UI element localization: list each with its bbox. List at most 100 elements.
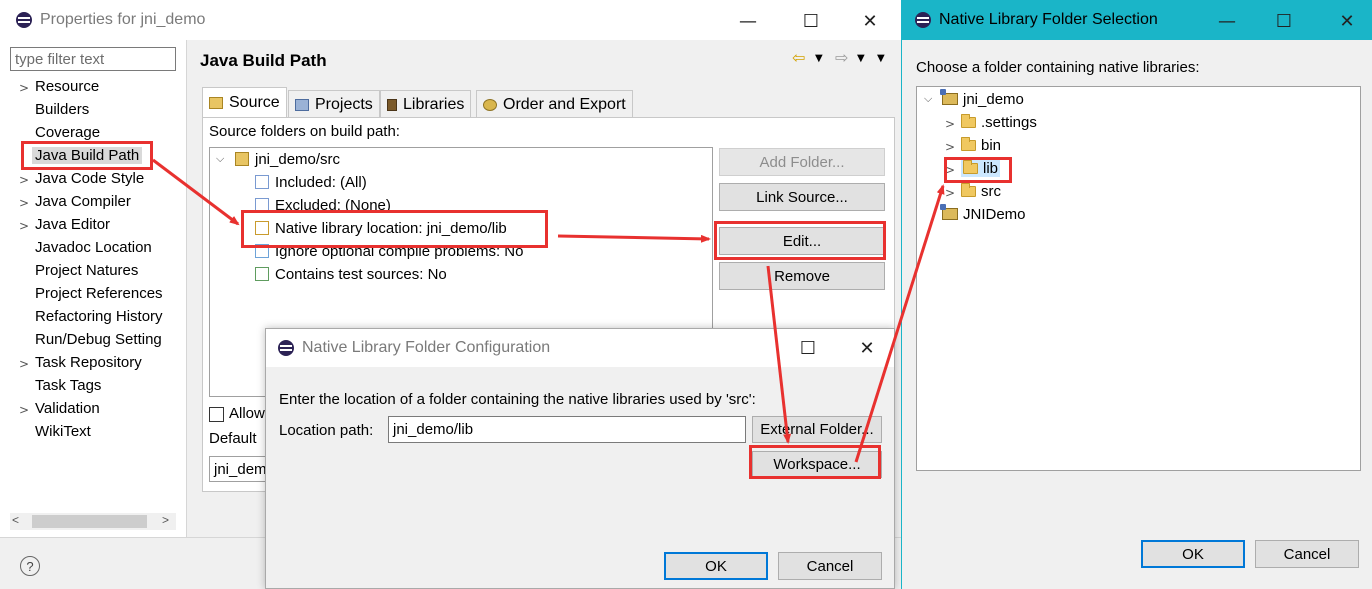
config-ok-button[interactable]: OK	[664, 552, 768, 580]
link-source-button[interactable]: Link Source...	[719, 183, 885, 211]
tree-node[interactable]: Included: (All)	[255, 174, 367, 191]
expand-chevron-icon[interactable]: >	[945, 186, 955, 200]
filter-input[interactable]: type filter text	[10, 47, 176, 71]
tree-collapse-icon[interactable]: ⌵	[924, 92, 932, 106]
selection-ok-button[interactable]: OK	[1141, 540, 1245, 568]
external-folder-label: External Folder...	[760, 421, 874, 438]
folder-node-settings[interactable]: .settings	[961, 113, 1037, 131]
tree-collapse-icon[interactable]: ⌵	[216, 152, 224, 166]
expand-chevron-icon[interactable]: >	[945, 163, 955, 177]
tree-node[interactable]: Ignore optional compile problems: No	[255, 243, 523, 260]
tab-libraries[interactable]: Libraries	[380, 90, 472, 118]
tab-order-export[interactable]: Order and Export	[476, 90, 633, 118]
expand-chevron-icon[interactable]: >	[19, 196, 29, 210]
view-menu-icon[interactable]: ▼	[877, 53, 885, 64]
link-source-label: Link Source...	[756, 188, 848, 206]
tree-root[interactable]: jni_demo/src	[235, 151, 340, 168]
selection-tree-root[interactable]: jni_demo	[940, 89, 1024, 108]
tree-node-icon	[255, 244, 269, 259]
nav-item-validation[interactable]: Validation	[35, 400, 100, 417]
tab-source[interactable]: Source	[202, 87, 287, 118]
properties-title: Properties for jni_demo	[40, 11, 206, 28]
source-folders-label: Source folders on build path:	[209, 123, 400, 140]
nav-item-javadoc-location[interactable]: Javadoc Location	[35, 239, 152, 256]
nav-item-run-debug-setting[interactable]: Run/Debug Setting	[35, 331, 162, 348]
expand-chevron-icon[interactable]: >	[19, 173, 29, 187]
folder-node-lib[interactable]: lib	[961, 159, 1001, 177]
remove-button[interactable]: Remove	[719, 262, 885, 290]
other-project-node[interactable]: JNIDemo	[940, 204, 1026, 223]
folder-icon	[961, 182, 976, 197]
remove-label: Remove	[774, 267, 830, 285]
nav-item-task-tags[interactable]: Task Tags	[35, 377, 101, 394]
eclipse-icon	[915, 12, 931, 28]
selection-maximize-button[interactable]: ☐	[1269, 8, 1299, 34]
back-menu-chevron-icon[interactable]: ▼	[815, 53, 823, 64]
edit-button[interactable]: Edit...	[719, 227, 885, 255]
edit-label: Edit...	[782, 232, 822, 250]
config-cancel-label: Cancel	[806, 557, 854, 575]
config-maximize-button[interactable]: ☐	[793, 335, 823, 361]
close-button[interactable]: ✕	[855, 8, 885, 34]
expand-chevron-icon[interactable]: >	[945, 117, 955, 131]
tab-projects-label: Projects	[315, 95, 373, 113]
projects-tab-icon	[295, 98, 309, 111]
tree-node-label: Included: (All)	[275, 174, 367, 191]
nav-item-java-compiler[interactable]: Java Compiler	[35, 193, 131, 210]
nav-item-coverage[interactable]: Coverage	[35, 124, 100, 141]
allow-label: Allow	[229, 405, 265, 422]
selection-close-button[interactable]: ✕	[1332, 8, 1362, 34]
nav-item-java-editor[interactable]: Java Editor	[35, 216, 110, 233]
tree-node[interactable]: Excluded: (None)	[255, 197, 391, 214]
tree-node-label: Contains test sources: No	[275, 266, 447, 283]
back-arrow-icon[interactable]: ⇦	[792, 48, 805, 67]
expand-chevron-icon[interactable]: >	[19, 403, 29, 417]
forward-menu-chevron-icon[interactable]: ▼	[857, 53, 865, 64]
selection-cancel-label: Cancel	[1283, 545, 1331, 563]
config-cancel-button[interactable]: Cancel	[778, 552, 882, 580]
folder-node-bin[interactable]: bin	[961, 136, 1002, 154]
external-folder-button[interactable]: External Folder...	[752, 416, 882, 443]
config-title: Native Library Folder Configuration	[302, 339, 551, 356]
folder-node-src[interactable]: src	[961, 182, 1001, 200]
maximize-button[interactable]: ☐	[796, 8, 826, 34]
nav-item-project-references[interactable]: Project References	[35, 285, 163, 302]
expand-chevron-icon[interactable]: >	[19, 219, 29, 233]
nav-item-java-code-style[interactable]: Java Code Style	[35, 170, 144, 187]
selection-cancel-button[interactable]: Cancel	[1255, 540, 1359, 568]
help-icon[interactable]: ?	[20, 556, 40, 576]
scroll-thumb[interactable]	[32, 515, 147, 528]
expand-chevron-icon[interactable]: >	[945, 140, 955, 154]
default-output-field[interactable]: jni_dem	[209, 456, 269, 482]
nav-item-task-repository[interactable]: Task Repository	[35, 354, 142, 371]
location-path-input[interactable]: jni_demo/lib	[388, 416, 746, 443]
minimize-button[interactable]: —	[733, 8, 763, 34]
add-folder-button[interactable]: Add Folder...	[719, 148, 885, 176]
selection-minimize-button[interactable]: —	[1212, 8, 1242, 34]
nav-item-java-build-path[interactable]: Java Build Path	[32, 147, 143, 164]
forward-arrow-icon[interactable]: ⇨	[835, 48, 848, 67]
nav-item-refactoring-history[interactable]: Refactoring History	[35, 308, 163, 325]
tree-node[interactable]: Contains test sources: No	[255, 266, 447, 283]
nav-scrollbar[interactable]: < >	[10, 513, 176, 530]
expand-chevron-icon[interactable]: >	[19, 81, 29, 95]
page-title: Java Build Path	[200, 51, 327, 70]
tree-node[interactable]: Native library location: jni_demo/lib	[255, 220, 507, 237]
expand-chevron-icon[interactable]: >	[19, 357, 29, 371]
nav-item-builders[interactable]: Builders	[35, 101, 89, 118]
scroll-left-icon[interactable]: <	[12, 513, 19, 527]
scroll-right-icon[interactable]: >	[162, 513, 169, 527]
folder-node-label: bin	[981, 137, 1002, 154]
folder-node-label: src	[981, 183, 1001, 200]
libraries-tab-icon	[387, 98, 397, 111]
allow-checkbox[interactable]	[209, 407, 224, 422]
nav-item-resource[interactable]: Resource	[35, 78, 99, 95]
workspace-button[interactable]: Workspace...	[752, 451, 882, 478]
properties-titlebar: Properties for jni_demo — ☐ ✕	[0, 0, 905, 40]
filter-placeholder: type filter text	[15, 50, 105, 68]
nav-item-wikitext[interactable]: WikiText	[35, 423, 91, 440]
tab-projects[interactable]: Projects	[288, 90, 380, 118]
nav-item-project-natures[interactable]: Project Natures	[35, 262, 138, 279]
config-close-button[interactable]: ✕	[852, 335, 882, 361]
folder-node-label: .settings	[981, 114, 1037, 131]
